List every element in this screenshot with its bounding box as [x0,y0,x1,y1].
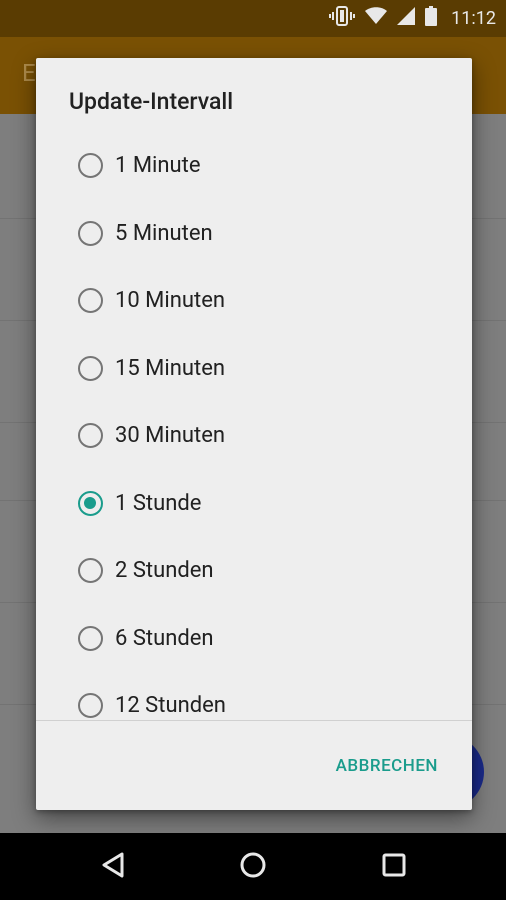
back-icon [100,851,126,883]
radio-option[interactable]: 6 Stunden [36,605,472,672]
option-label: 1 Stunde [115,490,202,516]
radio-unchecked-icon[interactable] [78,625,103,651]
option-label: 10 Minuten [115,288,226,313]
option-label: 5 Minuten [115,220,213,246]
option-label: 15 Minuten [115,355,226,381]
radio-unchecked-icon[interactable] [78,558,103,583]
cancel-button[interactable]: ABBRECHEN [328,750,446,782]
navigation-bar [0,833,506,900]
status-bar: 11:12 [0,0,506,37]
radio-option[interactable]: 15 Minuten [36,335,472,402]
cell-signal-icon [397,7,416,29]
home-icon [239,851,267,883]
dialog-title: Update-Intervall [69,88,234,115]
radio-unchecked-icon[interactable] [78,153,103,178]
radio-option[interactable]: 1 Minute [36,132,472,199]
wifi-icon [365,7,388,29]
option-label: 30 Minuten [115,423,226,448]
radio-option[interactable]: 2 Stunden [36,537,472,604]
screen: 11:12 E Update-Intervall 1 Minute 5 Minut… [0,0,506,900]
status-icons: 11:12 [329,6,496,30]
radio-option[interactable]: 30 Minuten [36,402,472,469]
radio-option[interactable]: 12 Stunden [36,672,472,720]
dialog-divider [36,720,472,721]
radio-unchecked-icon[interactable] [78,288,103,313]
app-title: E [22,59,36,87]
option-label: 6 Stunden [115,625,214,651]
radio-option[interactable]: 10 Minuten [36,267,472,334]
radio-unchecked-icon[interactable] [78,220,103,246]
option-label: 1 Minute [115,153,201,178]
radio-unchecked-icon[interactable] [78,693,103,718]
options-list[interactable]: 1 Minute 5 Minuten 10 Minuten 15 Minuten 30 … [36,132,472,720]
status-time: 11:12 [451,7,496,29]
home-button[interactable] [236,850,270,884]
recents-button[interactable] [377,850,411,884]
vibrate-icon [329,5,356,31]
update-interval-dialog: Update-Intervall 1 Minute 5 Minuten 10 Min… [36,58,472,810]
option-label: 2 Stunden [115,558,214,583]
radio-option[interactable]: 1 Stunde [36,470,472,537]
recents-icon [381,852,407,882]
radio-unchecked-icon[interactable] [78,423,103,448]
battery-icon [425,6,438,30]
radio-checked-icon[interactable] [78,490,103,516]
radio-unchecked-icon[interactable] [78,355,103,381]
back-button[interactable] [96,850,130,884]
radio-option[interactable]: 5 Minuten [36,200,472,267]
option-label: 12 Stunden [115,693,226,718]
